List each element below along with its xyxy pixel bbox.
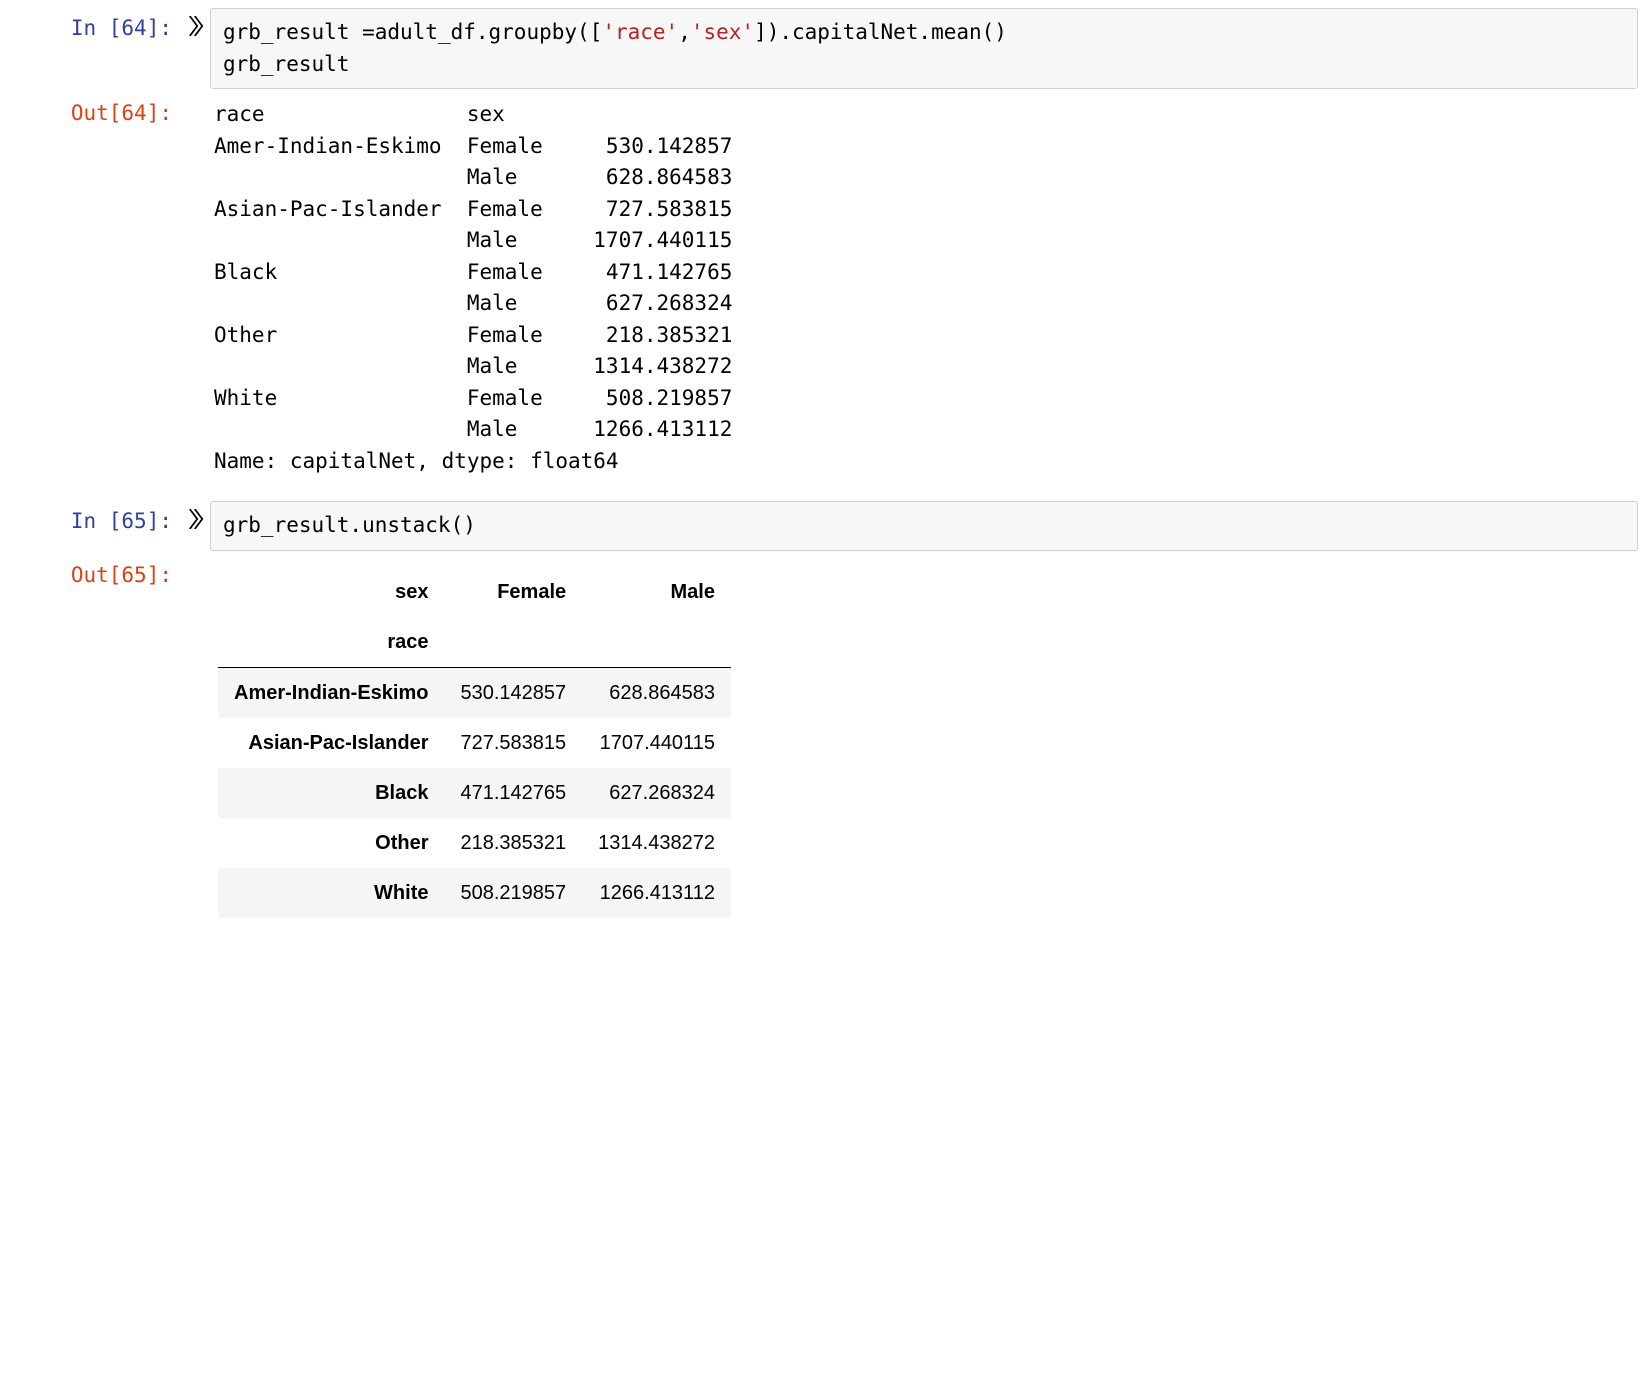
series-output: race sex Amer-Indian-Eskimo Female 530.1… [210,93,1638,483]
series-row: Asian-Pac-Islander Female 727.583815 [214,194,1638,226]
output-cell: Out[65]: sexFemaleMale raceAmer-Indian-Es… [12,555,1638,924]
row-index: Black [218,768,444,818]
input-prompt: In [65]: [12,501,182,551]
output-prompt: Out[65]: [12,555,182,924]
cell-value: 1707.440115 [582,718,731,768]
column-header: Male [582,567,731,617]
code-input[interactable]: grb_result =adult_df.groupby(['race','se… [210,8,1638,89]
row-index: Asian-Pac-Islander [218,718,444,768]
series-row: Male 627.268324 [214,288,1638,320]
series-row: Other Female 218.385321 [214,320,1638,352]
series-row: Male 1314.438272 [214,351,1638,383]
col-header-name: sex [218,567,444,617]
series-row: Amer-Indian-Eskimo Female 530.142857 [214,131,1638,163]
output-prompt: Out[64]: [12,93,182,483]
cell-value: 218.385321 [444,818,582,868]
column-header: Female [444,567,582,617]
series-row: Male 628.864583 [214,162,1638,194]
cell-value: 530.142857 [444,667,582,718]
output-cell: Out[64]: race sex Amer-Indian-Eskimo Fem… [12,93,1638,483]
cell-value: 1314.438272 [582,818,731,868]
series-row: race sex [214,99,1638,131]
cell-value: 1266.413112 [582,868,731,918]
input-prompt: In [64]: [12,8,182,89]
series-row: Male 1266.413112 [214,414,1638,446]
series-row: Black Female 471.142765 [214,257,1638,289]
run-cell-button[interactable] [182,8,210,89]
series-row: Name: capitalNet, dtype: float64 [214,446,1638,478]
code-cell: In [64]: grb_result =adult_df.groupby(['… [12,8,1638,89]
run-cell-button[interactable] [182,501,210,551]
cell-value: 508.219857 [444,868,582,918]
cell-value: 627.268324 [582,768,731,818]
series-row: Male 1707.440115 [214,225,1638,257]
table-row: Amer-Indian-Eskimo530.142857628.864583 [218,667,731,718]
cell-value: 628.864583 [582,667,731,718]
dataframe-table: sexFemaleMale raceAmer-Indian-Eskimo530.1… [218,567,731,918]
code-input[interactable]: grb_result.unstack() [210,501,1638,551]
series-row: White Female 508.219857 [214,383,1638,415]
table-row: Black471.142765627.268324 [218,768,731,818]
row-index: Amer-Indian-Eskimo [218,667,444,718]
dataframe-output: sexFemaleMale raceAmer-Indian-Eskimo530.1… [210,555,1638,924]
row-index: Other [218,818,444,868]
table-row: Other218.3853211314.438272 [218,818,731,868]
table-row: Asian-Pac-Islander727.5838151707.440115 [218,718,731,768]
table-row: White508.2198571266.413112 [218,868,731,918]
cell-value: 471.142765 [444,768,582,818]
code-cell: In [65]: grb_result.unstack() [12,501,1638,551]
row-index: White [218,868,444,918]
cell-value: 727.583815 [444,718,582,768]
row-header-name: race [218,617,444,668]
